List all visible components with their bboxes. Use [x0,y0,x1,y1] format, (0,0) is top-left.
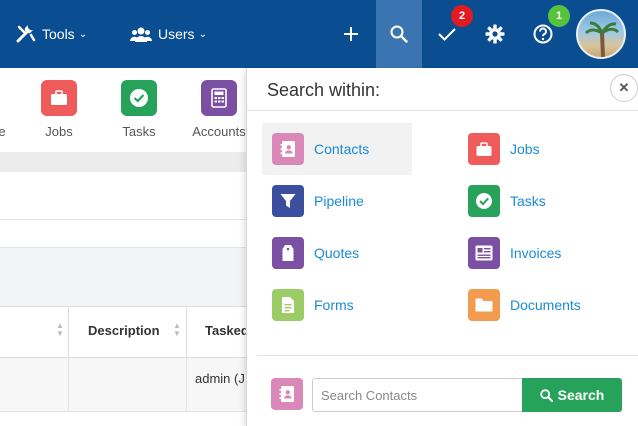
tile-jobs[interactable]: Jobs [19,80,99,139]
tools-label: Tools [42,26,75,42]
option-label: Quotes [314,245,360,261]
column-header-tasked[interactable]: Tasked [205,323,249,338]
option-label: Jobs [510,141,540,157]
users-menu[interactable]: Users ⌄ [130,0,207,68]
column-divider [186,358,187,412]
question-circle-icon [533,24,553,44]
option-label: Contacts [314,141,370,157]
contact-book-icon [271,378,303,410]
option-label: Invoices [510,245,562,261]
tools-icon [16,25,36,43]
column-divider [68,358,69,412]
option-documents[interactable]: Documents [458,279,608,331]
option-invoices[interactable]: Invoices [458,227,608,279]
option-quotes[interactable]: Quotes [262,227,412,279]
panel-title: Search within: [267,80,381,100]
sort-icon[interactable]: ▲ ▼ [56,322,64,338]
divider [247,110,638,111]
invoice-icon [468,237,500,269]
table-header: ▲ ▼ Description ▲ ▼ Tasked [0,306,249,359]
gear-icon [485,24,505,44]
contact-book-icon [272,133,304,165]
document-icon [272,289,304,321]
briefcase-icon [468,133,500,165]
briefcase-icon [41,80,77,116]
checkmark-icon [438,28,456,41]
search-button-label: Search [557,387,605,403]
column-divider [68,307,69,359]
plus-icon [344,27,358,41]
top-navigation-bar: Tools ⌄ Users ⌄ 2 1 [0,0,638,68]
cell-tasked: admin (J [195,371,245,386]
option-contacts[interactable]: Contacts [262,123,412,175]
section-divider [0,152,246,172]
check-circle-icon [468,185,500,217]
option-tasks[interactable]: Tasks [458,175,608,227]
option-jobs[interactable]: Jobs [458,123,608,175]
option-forms[interactable]: Forms [262,279,412,331]
folder-icon [468,289,500,321]
option-label: Documents [510,297,581,313]
option-pipeline[interactable]: Pipeline [262,175,412,227]
profile-badge: 1 [548,5,570,27]
option-label: Pipeline [314,193,364,209]
search-button[interactable]: Search [522,378,622,412]
tasks-count-badge: 2 [451,5,473,27]
funnel-icon [272,185,304,217]
tile-label: Jobs [45,124,73,139]
calculator-icon [201,80,237,116]
search-toggle-button[interactable] [376,0,422,68]
sort-icon[interactable]: ▲ ▼ [173,322,181,338]
column-divider [186,307,187,359]
users-label: Users [158,26,195,42]
search-icon [539,388,553,402]
table-row[interactable]: admin (J [0,358,246,412]
avatar-photo [584,21,620,57]
option-label: Forms [314,297,354,313]
toolbar-area [0,220,246,248]
add-button[interactable] [328,0,374,68]
search-within-panel: Search within: ✕ Contacts Jobs Pipeline … [246,68,638,426]
quick-access-tiles: e Jobs Tasks Accounts [0,68,246,152]
settings-button[interactable] [472,0,518,68]
chevron-down-icon: ⌄ [78,28,88,40]
tools-menu[interactable]: Tools ⌄ [16,0,87,68]
search-icon [390,25,408,43]
tag-icon [272,237,304,269]
tile-label: Tasks [122,124,156,139]
tile-icon-partial [0,80,20,116]
user-avatar[interactable] [576,9,626,59]
option-label: Tasks [510,193,546,209]
check-circle-icon [121,80,157,116]
search-input[interactable] [312,378,522,412]
tile-tasks[interactable]: Tasks [99,80,179,139]
table-caption-area [0,248,246,306]
users-icon [130,27,152,42]
column-header-description[interactable]: Description [88,323,160,338]
divider [257,355,638,356]
close-icon: ✕ [618,80,630,95]
close-button[interactable]: ✕ [610,74,638,102]
chevron-down-icon: ⌄ [198,28,207,40]
filter-area [0,172,246,220]
